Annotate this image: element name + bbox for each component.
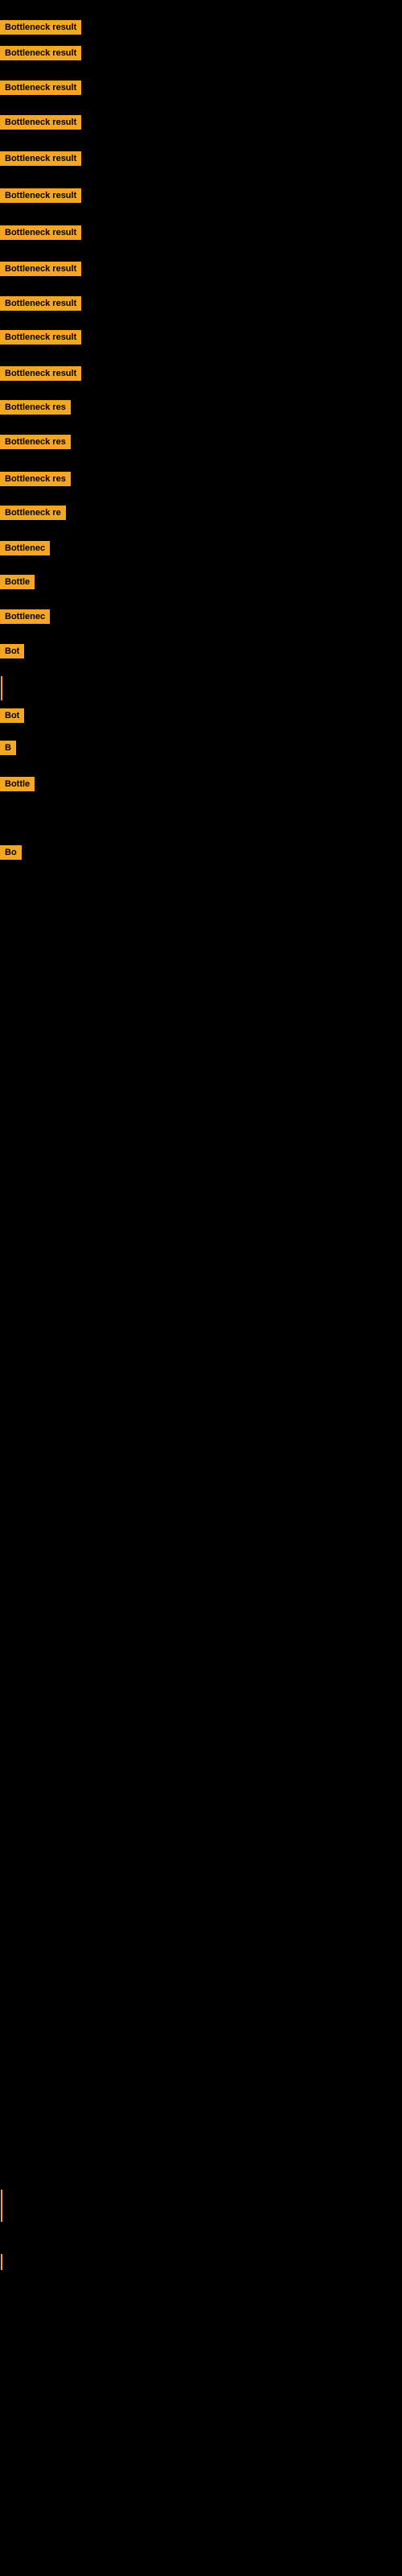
bottleneck-badge: B xyxy=(0,741,16,755)
bottleneck-badge: Bot xyxy=(0,644,24,658)
bottleneck-badge-container: Bottle xyxy=(0,575,35,593)
vertical-line xyxy=(1,2254,2,2270)
bottleneck-badge-container: Bottleneck result xyxy=(0,296,81,315)
bottleneck-badge-container: Bo xyxy=(0,845,22,864)
bottleneck-badge: Bottle xyxy=(0,777,35,791)
bottleneck-badge-container: Bottlenec xyxy=(0,609,50,628)
bottleneck-badge: Bo xyxy=(0,845,22,860)
bottleneck-badge: Bottleneck result xyxy=(0,330,81,345)
bottleneck-badge: Bottleneck result xyxy=(0,262,81,276)
bottleneck-badge: Bottleneck res xyxy=(0,435,71,449)
bottleneck-badge: Bottleneck result xyxy=(0,296,81,311)
bottleneck-badge: Bottleneck result xyxy=(0,225,81,240)
bottleneck-badge: Bottleneck result xyxy=(0,151,81,166)
bottleneck-badge: Bottleneck re xyxy=(0,506,66,520)
vertical-line xyxy=(1,2190,2,2222)
bottleneck-badge-container: Bottleneck result xyxy=(0,151,81,170)
bottleneck-badge-container: Bottleneck res xyxy=(0,435,71,453)
vertical-line xyxy=(1,676,2,700)
bottleneck-badge-container: Bottleneck result xyxy=(0,330,81,349)
bottleneck-badge-container: Bottle xyxy=(0,777,35,795)
bottleneck-badge-container: B xyxy=(0,741,16,759)
bottleneck-badge-container: Bottleneck result xyxy=(0,262,81,280)
bottleneck-badge-container: Bottlenec xyxy=(0,541,50,559)
bottleneck-badge: Bottleneck result xyxy=(0,115,81,130)
bottleneck-badge: Bottle xyxy=(0,575,35,589)
bottleneck-badge: Bottleneck result xyxy=(0,188,81,203)
bottleneck-badge-container: Bottleneck res xyxy=(0,472,71,490)
bottleneck-badge-container: Bottleneck result xyxy=(0,80,81,99)
site-title xyxy=(0,3,402,13)
bottleneck-badge-container: Bottleneck re xyxy=(0,506,66,524)
bottleneck-badge-container: Bottleneck res xyxy=(0,400,71,419)
bottleneck-badge: Bottlenec xyxy=(0,541,50,555)
bottleneck-badge-container: Bottleneck result xyxy=(0,115,81,134)
bottleneck-badge-container: Bottleneck result xyxy=(0,366,81,385)
bottleneck-badge: Bottleneck result xyxy=(0,46,81,60)
bottleneck-badge-container: Bottleneck result xyxy=(0,46,81,64)
bottleneck-badge-container: Bottleneck result xyxy=(0,225,81,244)
bottleneck-badge: Bottleneck res xyxy=(0,472,71,486)
bottleneck-badge: Bottlenec xyxy=(0,609,50,624)
bottleneck-badge-container: Bot xyxy=(0,644,24,663)
bottleneck-badge-container: Bottleneck result xyxy=(0,20,81,39)
bottleneck-badge: Bottleneck res xyxy=(0,400,71,415)
bottleneck-badge: Bot xyxy=(0,708,24,723)
bottleneck-badge: Bottleneck result xyxy=(0,80,81,95)
bottleneck-badge-container: Bot xyxy=(0,708,24,727)
bottleneck-badge-container: Bottleneck result xyxy=(0,188,81,207)
bottleneck-badge: Bottleneck result xyxy=(0,20,81,35)
bottleneck-badge: Bottleneck result xyxy=(0,366,81,381)
